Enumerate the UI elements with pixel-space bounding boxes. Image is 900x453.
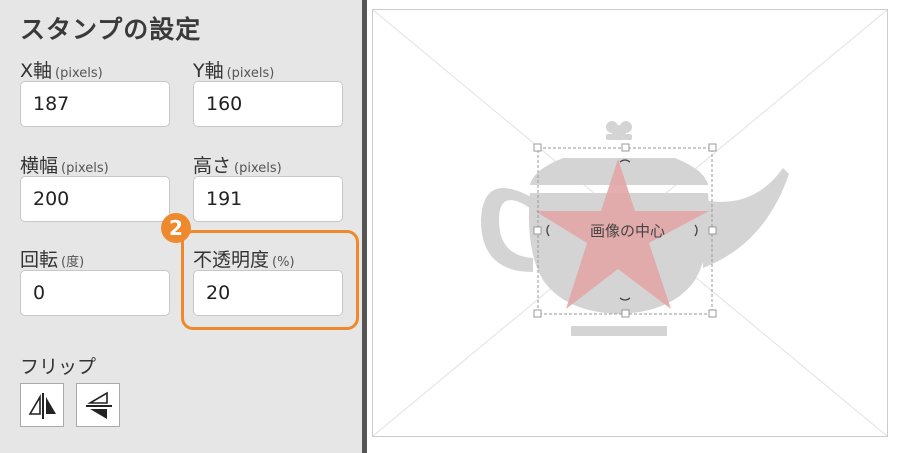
- y-label: Y軸 (pixels): [193, 60, 275, 82]
- y-input[interactable]: [193, 81, 343, 127]
- flip-vertical-button[interactable]: [76, 383, 120, 427]
- x-label: X軸 (pixels): [20, 60, 103, 82]
- image-center-label: 画像の中心: [590, 222, 666, 240]
- canvas-area: 画像の中心: [367, 0, 900, 453]
- flip-label: フリップ: [20, 356, 97, 378]
- rotation-input[interactable]: [20, 270, 170, 316]
- width-label: 横幅 (pixels): [20, 155, 109, 177]
- settings-panel: スタンプの設定 X軸(pixels) Y軸(pixels) 横幅(pixels)…: [0, 0, 362, 453]
- flip-horizontal-icon: [28, 393, 56, 419]
- height-label: 高さ (pixels): [193, 155, 282, 177]
- width-input[interactable]: [20, 176, 170, 222]
- rotation-label: 回転 (度): [20, 249, 85, 271]
- preview-stage[interactable]: 画像の中心: [372, 9, 888, 437]
- x-input[interactable]: [20, 81, 170, 127]
- height-input[interactable]: [193, 176, 343, 222]
- opacity-highlight-frame: [181, 230, 359, 330]
- step-badge: 2: [161, 213, 191, 243]
- panel-title: スタンプの設定: [20, 15, 202, 44]
- flip-horizontal-button[interactable]: [20, 383, 64, 427]
- flip-vertical-icon: [86, 391, 112, 419]
